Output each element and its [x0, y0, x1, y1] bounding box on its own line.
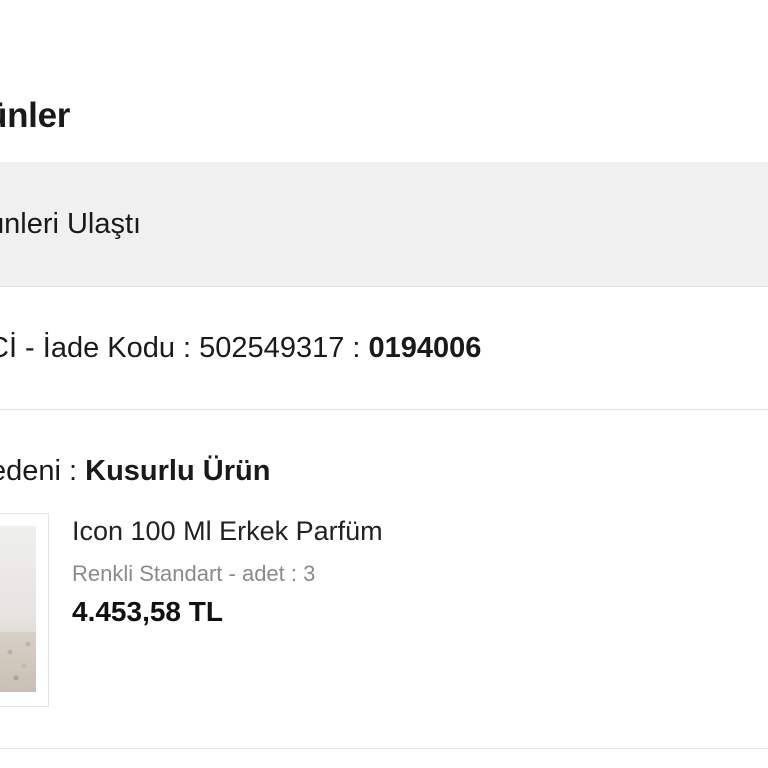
return-reason-label: edeni :	[0, 455, 78, 487]
return-code-value: 0194006	[368, 332, 482, 364]
product-thumbnail-image[interactable]	[0, 526, 36, 692]
status-message: ünleri Ulaştı	[0, 208, 142, 240]
product-variant: Renkli Standart - adet : 3	[72, 561, 316, 586]
return-code-line: Cİ - İade Kodu : 502549317 : 0194006	[0, 330, 481, 366]
returned-products-page: ünler ünleri Ulaştı Cİ - İade Kodu : 502…	[0, 0, 768, 768]
return-code-label: Cİ - İade Kodu : 502549317 :	[0, 332, 369, 364]
page-title: ünler	[0, 96, 71, 135]
return-reason-value: Kusurlu Ürün	[85, 455, 271, 487]
product-name[interactable]: Icon 100 Ml Erkek Parfüm	[72, 514, 383, 548]
product-price: 4.453,58 TL	[72, 596, 223, 627]
divider	[0, 748, 768, 749]
return-reason-line: edeni : Kusurlu Ürün	[0, 453, 270, 489]
divider	[0, 286, 768, 287]
divider	[0, 409, 768, 410]
